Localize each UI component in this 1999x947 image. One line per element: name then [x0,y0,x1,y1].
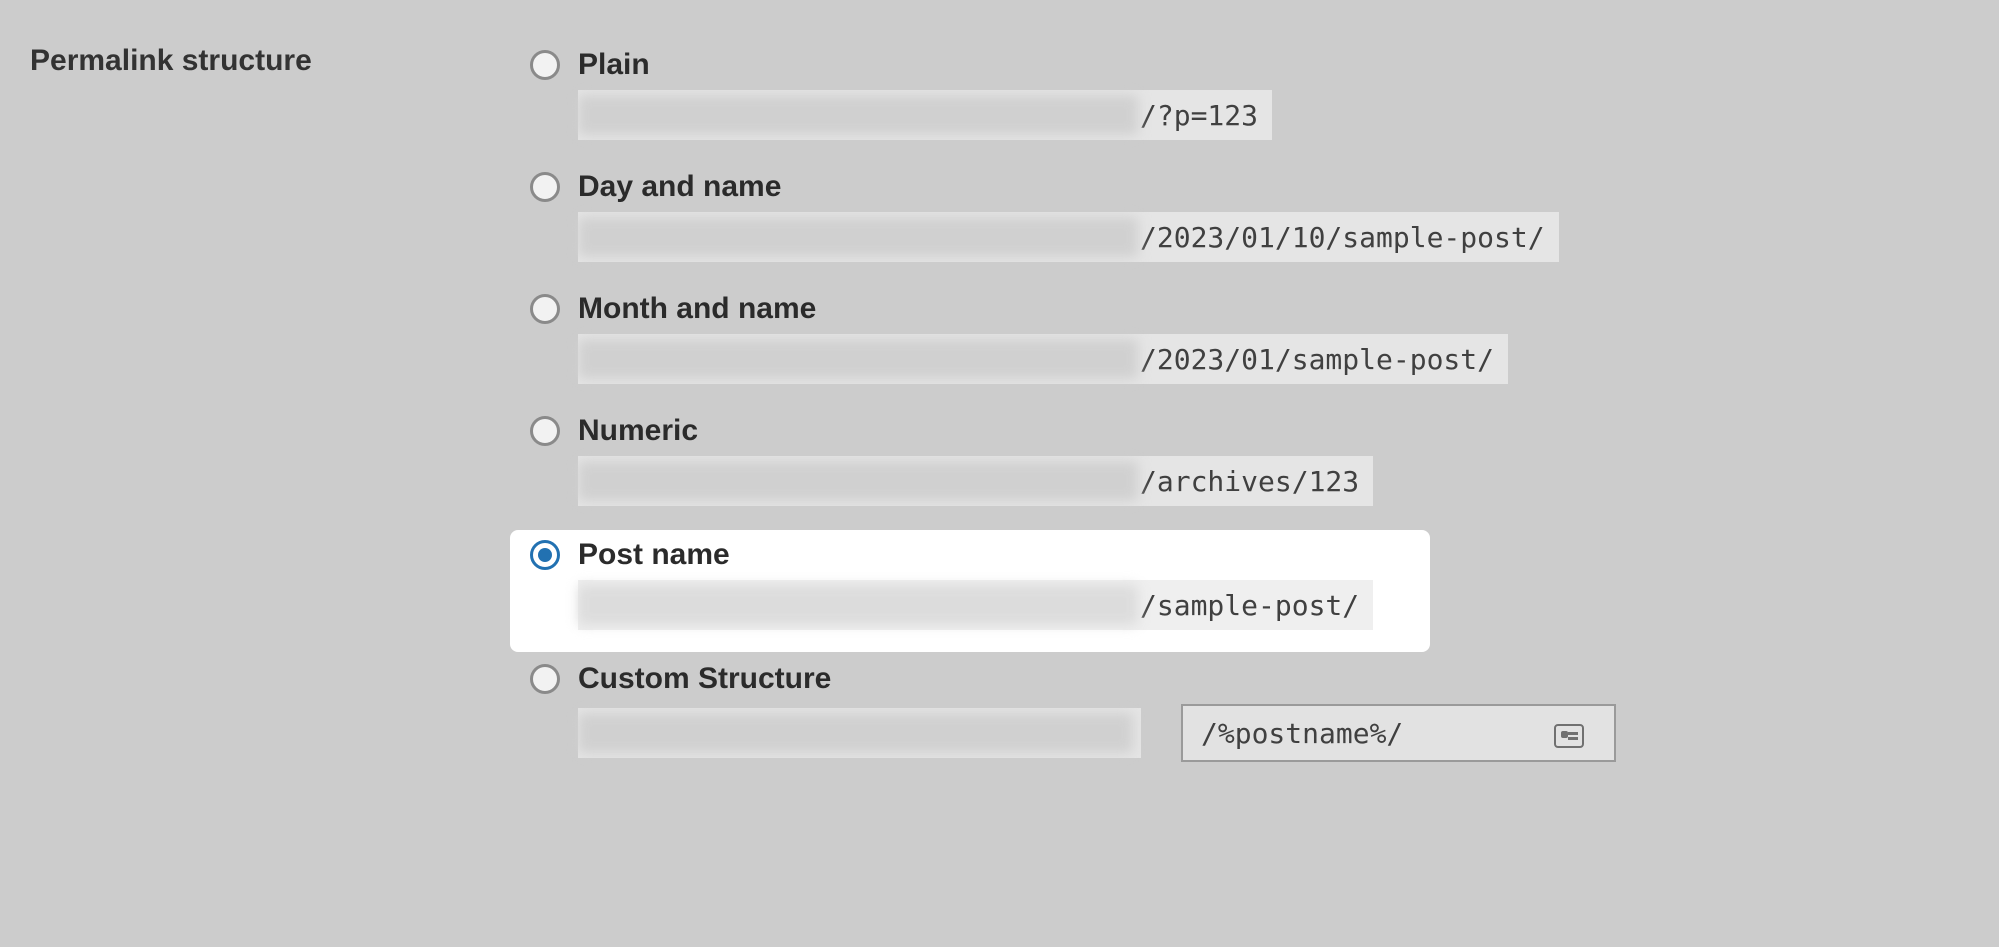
option-label: Numeric [578,414,698,448]
option-label: Month and name [578,292,816,326]
redacted-url [578,217,1138,257]
autofill-icon[interactable] [1554,724,1584,748]
radio-numeric[interactable] [530,416,560,446]
permalink-options: Plain /?p=123 Day and name /2023/01/10/s… [510,40,1950,784]
option-numeric[interactable]: Numeric /archives/123 [510,406,1950,528]
redacted-url [578,713,1133,753]
option-post-name[interactable]: Post name /sample-post/ [510,530,1430,652]
radio-post-name[interactable] [530,540,560,570]
option-day-and-name[interactable]: Day and name /2023/01/10/sample-post/ [510,162,1950,284]
permalink-example: /2023/01/sample-post/ [578,334,1508,384]
section-title: Permalink structure [30,44,312,78]
option-custom-structure[interactable]: Custom Structure [510,654,1950,784]
permalink-example [578,708,1141,758]
radio-custom-structure[interactable] [530,664,560,694]
redacted-url [578,585,1138,625]
option-month-and-name[interactable]: Month and name /2023/01/sample-post/ [510,284,1950,406]
custom-structure-input[interactable] [1181,704,1616,762]
example-suffix: /archives/123 [1140,465,1359,498]
option-plain[interactable]: Plain /?p=123 [510,40,1950,162]
redacted-url [578,95,1138,135]
option-label: Plain [578,48,650,82]
redacted-url [578,461,1138,501]
option-label: Day and name [578,170,781,204]
redacted-url [578,339,1138,379]
radio-month-and-name[interactable] [530,294,560,324]
option-label: Post name [578,538,730,572]
permalink-example: /2023/01/10/sample-post/ [578,212,1559,262]
option-label: Custom Structure [578,662,831,696]
example-suffix: /2023/01/sample-post/ [1140,343,1494,376]
permalink-example: /archives/123 [578,456,1373,506]
radio-day-and-name[interactable] [530,172,560,202]
example-suffix: /2023/01/10/sample-post/ [1140,221,1545,254]
radio-plain[interactable] [530,50,560,80]
permalink-example: /?p=123 [578,90,1272,140]
permalink-example: /sample-post/ [578,580,1373,630]
example-suffix: /?p=123 [1140,99,1258,132]
example-suffix: /sample-post/ [1140,589,1359,622]
